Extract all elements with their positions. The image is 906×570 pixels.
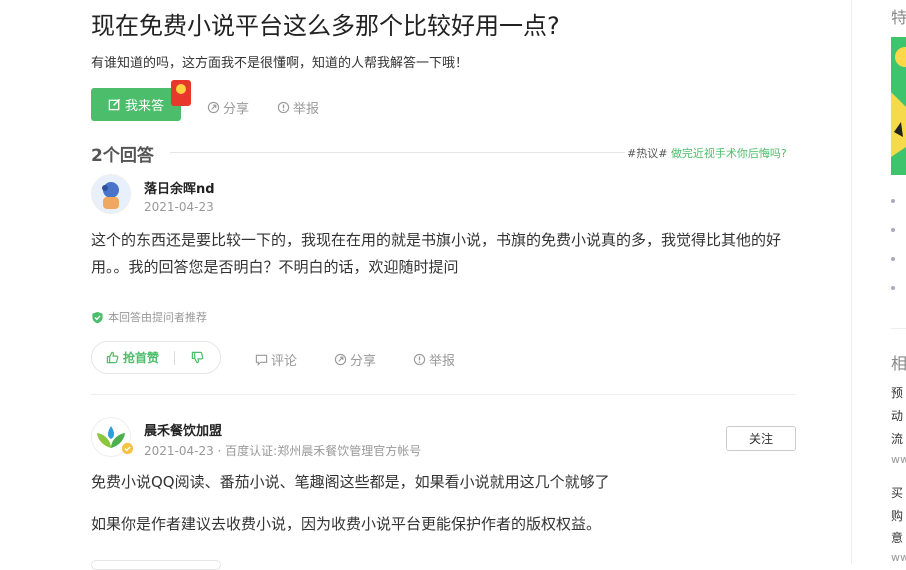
thumbs-down-icon (191, 351, 203, 364)
sidebar-url: ww (891, 453, 906, 466)
red-packet-icon[interactable] (171, 80, 191, 106)
sidebar-bullet (891, 286, 895, 290)
answer-text: 这个的东西还是要比较一下的，我现在在用的就是书旗小说，书旗的免费小说真的多，我觉… (91, 231, 782, 276)
answer-date: 2021-04-23 (144, 200, 214, 214)
answer-button-label: 我来答 (124, 99, 164, 114)
answer-share-label: 分享 (350, 354, 377, 369)
answer-report-label: 举报 (429, 354, 456, 369)
answer-share-button[interactable]: 分享 (334, 350, 376, 369)
sidebar-divider (851, 0, 852, 564)
upvote-label: 抢首赞 (123, 351, 160, 365)
comment-label: 评论 (271, 354, 298, 369)
question-title: 现在免费小说平台这么多那个比较好用一点? (91, 12, 560, 40)
sidebar-item[interactable]: 流 (891, 430, 906, 447)
recommend-note: 本回答由提问者推荐 (91, 309, 207, 325)
answer-report-button[interactable]: 举报 (413, 350, 455, 369)
sidebar-title-related: 相 (891, 354, 906, 373)
answer-separator (91, 394, 796, 395)
question-report-button[interactable]: 举报 (277, 98, 319, 117)
sidebar-bullet (891, 228, 895, 232)
share-icon (207, 101, 220, 114)
answer-text: 如果你是作者建议去收费小说，因为收费小说平台更能保护作者的版权权益。 (91, 515, 602, 533)
sidebar-item[interactable]: 意 (891, 529, 906, 546)
answer-username[interactable]: 晨禾餐饮加盟 (144, 420, 222, 439)
hot-topic[interactable]: #热议# 做完近视手术你后悔吗? (627, 145, 787, 161)
verified-badge-icon (121, 442, 134, 455)
banner-illustration-icon (891, 47, 906, 157)
sidebar-separator (891, 328, 906, 329)
follow-button[interactable]: 关注 (726, 426, 796, 451)
vote-control: 抢首赞 (91, 341, 221, 374)
upvote-button[interactable]: 抢首赞 (92, 349, 174, 366)
vote-control[interactable] (91, 560, 221, 570)
answer-button[interactable]: 我来答 (91, 88, 181, 121)
anime-avatar-icon (92, 175, 130, 213)
avatar[interactable] (91, 174, 131, 214)
shield-check-icon (92, 311, 103, 323)
question-report-label: 举报 (293, 102, 320, 117)
sidebar-item[interactable]: 买 (891, 484, 906, 501)
divider (170, 152, 625, 153)
answer-text: 免费小说QQ阅读、番茄小说、笔趣阁这些都是，如果看小说就用这几个就够了 (91, 473, 610, 491)
hot-tag: #热议# (627, 147, 668, 160)
sidebar-item[interactable]: 购 (891, 507, 906, 524)
downvote-button[interactable] (175, 351, 219, 364)
sidebar-bullet (891, 199, 895, 203)
question-description: 有谁知道的吗，这方面我不是很懂啊，知道的人帮我解答一下哦！ (91, 56, 469, 71)
answer-meta: 2021-04-23 · 百度认证:郑州晨禾餐饮管理官方帐号 (144, 444, 422, 458)
answer-count: 2个回答 (91, 146, 154, 166)
edit-icon (108, 98, 121, 111)
hot-topic-link[interactable]: 做完近视手术你后悔吗? (671, 147, 787, 160)
sidebar-title-featured: 特 (891, 8, 906, 27)
report-icon (413, 353, 426, 366)
question-share-label: 分享 (223, 102, 250, 117)
sidebar-banner[interactable] (891, 37, 906, 175)
thumbs-up-icon (106, 351, 119, 364)
sidebar-item[interactable]: 动 (891, 407, 906, 424)
recommend-label: 本回答由提问者推荐 (108, 311, 207, 324)
comment-icon (255, 354, 268, 366)
sidebar-bullet (891, 257, 895, 261)
sidebar-item[interactable]: 预 (891, 384, 906, 401)
comment-button[interactable]: 评论 (255, 350, 297, 369)
report-icon (277, 101, 290, 114)
share-icon (334, 353, 347, 366)
answer-username[interactable]: 落日余晖nd (144, 178, 215, 197)
question-share-button[interactable]: 分享 (207, 98, 249, 117)
sidebar-url: ww (891, 551, 906, 564)
